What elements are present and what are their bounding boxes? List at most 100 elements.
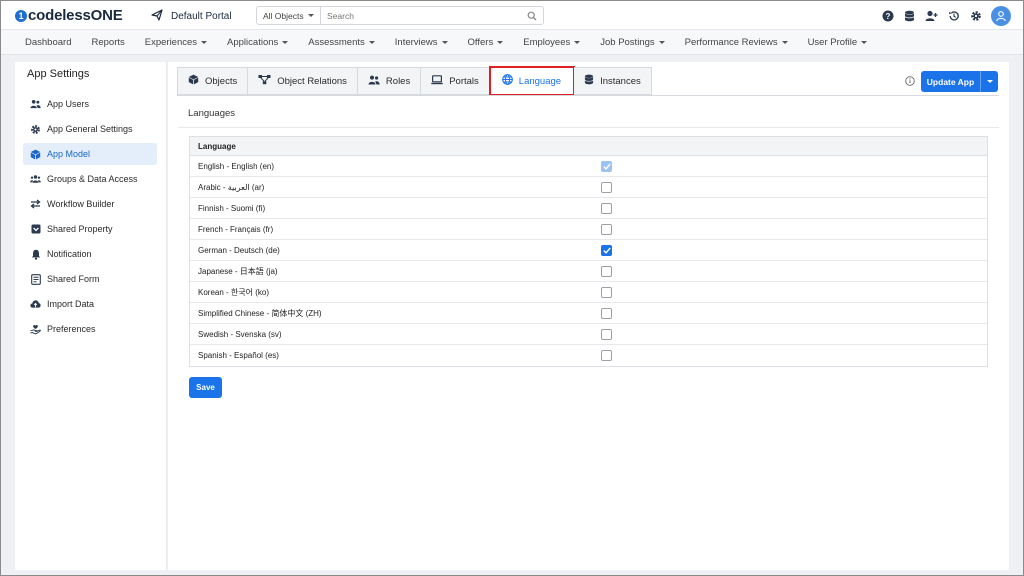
language-checkbox[interactable] bbox=[601, 182, 612, 193]
language-checkbox[interactable] bbox=[601, 287, 612, 298]
logo-mark: 1 bbox=[15, 9, 27, 22]
cube-icon bbox=[188, 74, 199, 88]
table-row: French - Français (fr) bbox=[190, 219, 987, 240]
main-navigation: Dashboard Reports Experiences Applicatio… bbox=[1, 30, 1023, 55]
tab-object-relations[interactable]: Object Relations bbox=[248, 67, 358, 95]
search-icon[interactable] bbox=[521, 11, 543, 21]
chevron-down-icon bbox=[201, 40, 208, 44]
chevron-down-icon bbox=[986, 80, 993, 83]
sidebar-item-preferences[interactable]: Preferences bbox=[23, 318, 157, 340]
check-icon bbox=[602, 163, 611, 170]
nav-employees[interactable]: Employees bbox=[523, 36, 581, 48]
tab-label: Object Relations bbox=[277, 75, 347, 87]
search-input[interactable] bbox=[321, 7, 521, 24]
nav-assessments[interactable]: Assessments bbox=[308, 37, 375, 48]
update-app-dropdown[interactable] bbox=[980, 71, 998, 92]
sidebar-item-groups-data-access[interactable]: Groups & Data Access bbox=[23, 168, 157, 190]
database-icon[interactable] bbox=[903, 10, 916, 23]
nav-dashboard[interactable]: Dashboard bbox=[25, 37, 71, 48]
info-icon[interactable] bbox=[905, 76, 915, 86]
language-label: Spanish - Español (es) bbox=[198, 351, 279, 360]
nav-label: User Profile bbox=[807, 36, 858, 48]
history-icon[interactable] bbox=[947, 10, 960, 23]
users-icon bbox=[30, 99, 41, 110]
portal-switcher[interactable]: Default Portal bbox=[151, 9, 232, 24]
sidebar-item-import-data[interactable]: Import Data bbox=[23, 293, 157, 315]
chevron-down-icon bbox=[658, 40, 665, 44]
svg-text:?: ? bbox=[885, 12, 890, 21]
nav-experiences[interactable]: Experiences bbox=[145, 37, 208, 48]
sidebar-item-label: Notification bbox=[47, 249, 92, 259]
language-checkbox[interactable] bbox=[601, 161, 612, 172]
nav-reports[interactable]: Reports bbox=[91, 37, 124, 48]
tab-portals[interactable]: Portals bbox=[421, 67, 490, 95]
tab-language[interactable]: Language bbox=[488, 66, 576, 96]
language-checkbox[interactable] bbox=[601, 224, 612, 235]
sidebar-item-app-users[interactable]: App Users bbox=[23, 93, 157, 115]
cloud-upload-icon bbox=[30, 299, 41, 310]
sidebar-item-label: Import Data bbox=[47, 299, 95, 309]
language-checkbox[interactable] bbox=[601, 203, 612, 214]
laptop-icon bbox=[431, 74, 443, 88]
group-icon bbox=[30, 174, 41, 185]
cube-icon bbox=[30, 149, 41, 160]
table-row: Finnish - Suomi (fi) bbox=[190, 198, 987, 219]
users-icon bbox=[368, 75, 380, 88]
sidebar-item-app-general-settings[interactable]: App General Settings bbox=[23, 118, 157, 140]
top-actions: ? bbox=[881, 6, 1011, 26]
sidebar-item-shared-property[interactable]: Shared Property bbox=[23, 218, 157, 240]
add-user-icon[interactable] bbox=[925, 10, 938, 23]
language-label: Finnish - Suomi (fi) bbox=[198, 203, 266, 213]
nav-user-profile[interactable]: User Profile bbox=[808, 37, 868, 48]
sidebar-item-shared-form[interactable]: Shared Form bbox=[23, 268, 157, 290]
tab-label: Language bbox=[518, 75, 562, 87]
sidebar-item-app-model[interactable]: App Model bbox=[23, 143, 157, 165]
gear-icon[interactable] bbox=[969, 10, 982, 23]
language-checkbox[interactable] bbox=[601, 245, 612, 256]
language-label: German - Deutsch (de) bbox=[198, 245, 280, 255]
tab-instances[interactable]: Instances bbox=[574, 67, 652, 95]
nav-applications[interactable]: Applications bbox=[227, 37, 289, 48]
user-avatar-icon[interactable] bbox=[991, 6, 1011, 26]
search-scope-value: All Objects bbox=[263, 10, 304, 21]
table-row: German - Deutsch (de) bbox=[190, 240, 987, 261]
help-icon[interactable]: ? bbox=[881, 10, 894, 23]
chevron-down-icon bbox=[308, 14, 314, 17]
tab-objects[interactable]: Objects bbox=[177, 67, 249, 95]
table-row: English - English (en) bbox=[190, 156, 987, 177]
chevron-down-icon bbox=[441, 40, 448, 44]
nav-offers[interactable]: Offers bbox=[468, 37, 504, 48]
update-app-button[interactable]: Update App bbox=[921, 71, 998, 92]
language-checkbox[interactable] bbox=[601, 308, 612, 319]
save-button[interactable]: Save bbox=[189, 377, 222, 398]
table-row: Korean - 한국어 (ko) bbox=[190, 282, 987, 303]
table-row: Japanese - 日本語 (ja) bbox=[190, 261, 987, 282]
language-checkbox[interactable] bbox=[601, 329, 612, 340]
table-row: Spanish - Español (es) bbox=[190, 345, 987, 366]
arrows-exchange-icon bbox=[30, 199, 41, 210]
language-checkbox[interactable] bbox=[601, 350, 612, 361]
language-label: Japanese - 日本語 (ja) bbox=[198, 266, 278, 276]
nav-label: Offers bbox=[467, 36, 494, 48]
language-label: Arabic - العربية (ar) bbox=[198, 182, 265, 192]
model-tabs: Objects Object Relations Roles Portals L… bbox=[177, 66, 652, 96]
sidebar-item-workflow-builder[interactable]: Workflow Builder bbox=[23, 193, 157, 215]
language-checkbox[interactable] bbox=[601, 266, 612, 277]
nav-interviews[interactable]: Interviews bbox=[395, 37, 448, 48]
relations-icon bbox=[258, 74, 271, 88]
database-icon bbox=[584, 74, 594, 88]
sidebar-list: App Users App General Settings App Model… bbox=[15, 93, 166, 340]
nav-label: Employees bbox=[523, 36, 571, 48]
search-scope-select[interactable]: All Objects bbox=[257, 7, 321, 24]
tab-roles[interactable]: Roles bbox=[357, 67, 422, 95]
nav-job-postings[interactable]: Job Postings bbox=[600, 37, 665, 48]
sidebar-item-label: Shared Property bbox=[47, 224, 113, 234]
nav-label: Interviews bbox=[394, 36, 438, 48]
chevron-down-icon bbox=[574, 40, 581, 44]
nav-performance-reviews[interactable]: Performance Reviews bbox=[685, 37, 788, 48]
brand-logo[interactable]: 1 codelessONE bbox=[15, 7, 123, 24]
section-divider bbox=[178, 127, 999, 128]
tab-label: Portals bbox=[449, 75, 479, 87]
search-bar: All Objects bbox=[256, 6, 544, 25]
sidebar-item-notification[interactable]: Notification bbox=[23, 243, 157, 265]
